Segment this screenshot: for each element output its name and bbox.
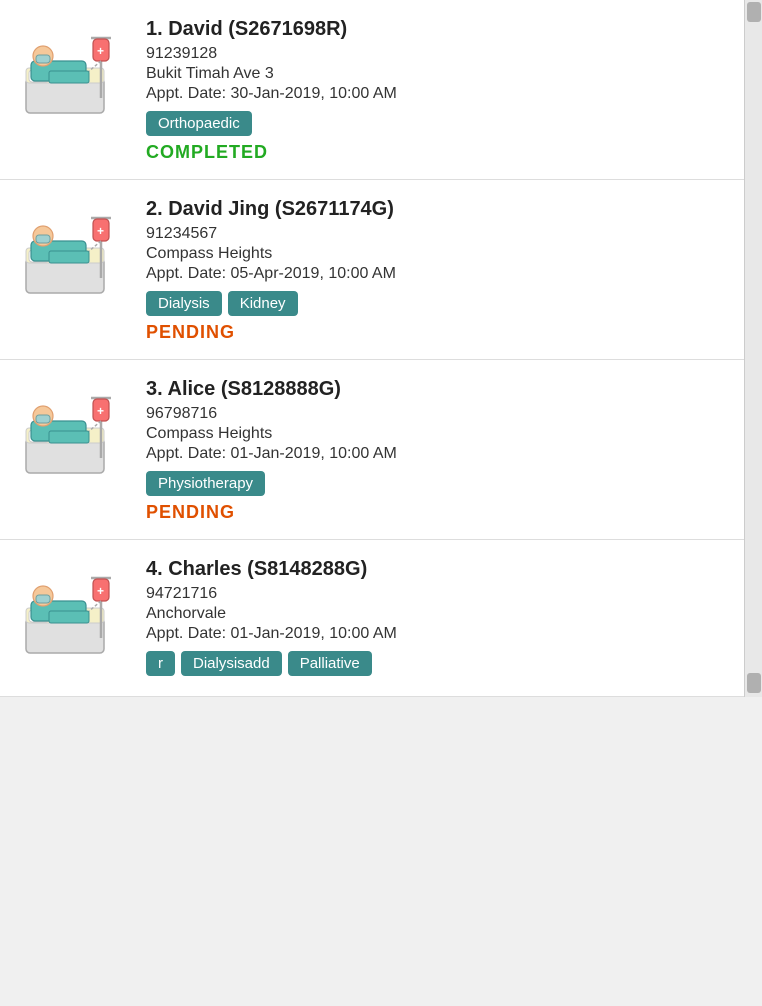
patient-avatar: +: [16, 558, 126, 668]
patient-name: 4. Charles (S8148288G): [146, 558, 728, 581]
svg-text:+: +: [97, 224, 104, 238]
tags-row: Physiotherapy: [146, 471, 728, 496]
patient-info: 4. Charles (S8148288G) 94721716 Anchorvale…: [146, 558, 728, 680]
svg-text:+: +: [97, 44, 104, 58]
patient-card[interactable]: + 3. Alice (S8128888G) 96798716 Compass He…: [0, 360, 744, 540]
tag-badge[interactable]: Palliative: [288, 651, 372, 676]
patient-phone: 94721716: [146, 585, 728, 603]
svg-text:+: +: [97, 404, 104, 418]
patient-phone: 96798716: [146, 405, 728, 423]
patient-avatar: +: [16, 198, 126, 308]
tags-row: Orthopaedic: [146, 111, 728, 136]
patient-avatar: +: [16, 18, 126, 128]
cards-wrapper: + 1. David (S2671698R) 91239128 Bukit Tima…: [0, 0, 744, 697]
tag-badge[interactable]: Physiotherapy: [146, 471, 265, 496]
patient-appt: Appt. Date: 01-Jan-2019, 10:00 AM: [146, 445, 728, 463]
patient-info: 3. Alice (S8128888G) 96798716 Compass Heig…: [146, 378, 728, 523]
patient-list: + 1. David (S2671698R) 91239128 Bukit Tima…: [0, 0, 762, 697]
patient-info: 2. David Jing (S2671174G) 91234567 Compass…: [146, 198, 728, 343]
tag-badge[interactable]: Dialysis: [146, 291, 222, 316]
patient-card[interactable]: + 1. David (S2671698R) 91239128 Bukit Tima…: [0, 0, 744, 180]
patient-address: Anchorvale: [146, 605, 728, 623]
patient-name: 2. David Jing (S2671174G): [146, 198, 728, 221]
tag-badge[interactable]: Dialysisadd: [181, 651, 282, 676]
tag-badge[interactable]: r: [146, 651, 175, 676]
patient-card[interactable]: + 2. David Jing (S2671174G) 91234567 Compa…: [0, 180, 744, 360]
scrollbar-thumb-top[interactable]: [747, 2, 761, 22]
tags-row: DialysisKidney: [146, 291, 728, 316]
patient-phone: 91234567: [146, 225, 728, 243]
patient-appt: Appt. Date: 01-Jan-2019, 10:00 AM: [146, 625, 728, 643]
patient-address: Bukit Timah Ave 3: [146, 65, 728, 83]
status-badge: COMPLETED: [146, 142, 728, 163]
status-badge: PENDING: [146, 322, 728, 343]
patient-address: Compass Heights: [146, 425, 728, 443]
tags-row: rDialysisaddPalliative: [146, 651, 728, 676]
tag-badge[interactable]: Orthopaedic: [146, 111, 252, 136]
svg-text:+: +: [97, 584, 104, 598]
status-badge: PENDING: [146, 502, 728, 523]
patient-phone: 91239128: [146, 45, 728, 63]
patient-name: 3. Alice (S8128888G): [146, 378, 728, 401]
patient-info: 1. David (S2671698R) 91239128 Bukit Timah …: [146, 18, 728, 163]
patient-appt: Appt. Date: 05-Apr-2019, 10:00 AM: [146, 265, 728, 283]
scrollbar-thumb-bottom[interactable]: [747, 673, 761, 693]
patient-appt: Appt. Date: 30-Jan-2019, 10:00 AM: [146, 85, 728, 103]
patient-card[interactable]: + 4. Charles (S8148288G) 94721716 Anchorva…: [0, 540, 744, 697]
patient-avatar: +: [16, 378, 126, 488]
tag-badge[interactable]: Kidney: [228, 291, 298, 316]
patient-address: Compass Heights: [146, 245, 728, 263]
scrollbar-track[interactable]: [744, 0, 762, 697]
patient-name: 1. David (S2671698R): [146, 18, 728, 41]
